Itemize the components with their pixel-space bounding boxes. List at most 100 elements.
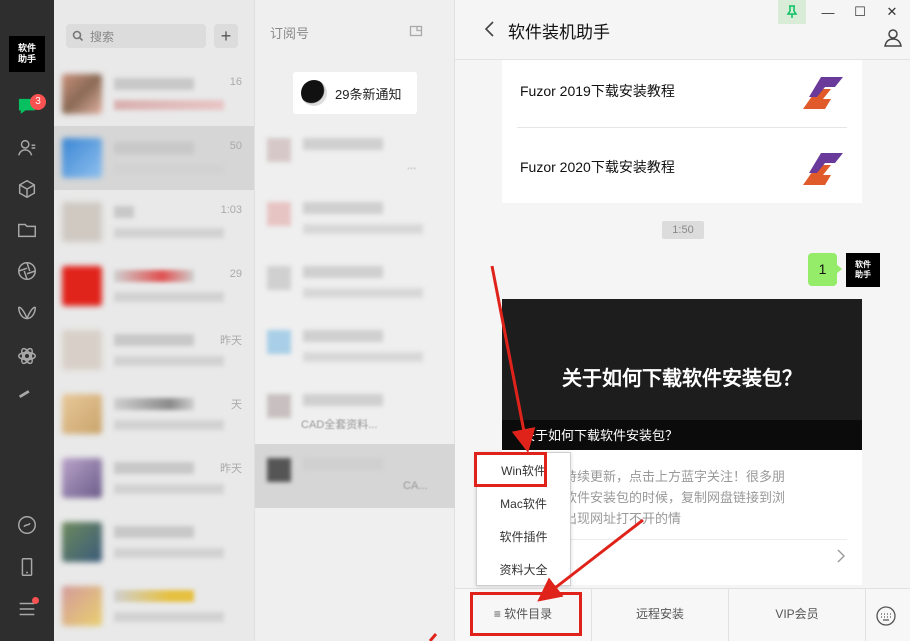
avatar-text-1: 软件 [17,43,36,53]
search-feature-icon[interactable] [15,383,39,407]
subscription-row[interactable] [255,316,456,380]
favorites-cube-icon[interactable] [15,177,39,201]
subscription-name-blur [303,266,383,278]
chat-name-blur [114,270,194,282]
chat-row[interactable] [54,574,254,638]
menu-vip[interactable]: VIP会员 [729,589,866,641]
subscription-preview-blur [303,352,423,362]
conversation-title: 软件装机助手 [508,23,610,42]
search-input[interactable]: 搜索 [66,24,206,48]
my-avatar-text-1: 软件 [855,260,871,269]
chat-name-blur [114,206,134,218]
files-folder-icon[interactable] [15,218,39,242]
phone-icon[interactable] [15,555,39,579]
submenu-resources[interactable]: 资料大全 [477,554,570,587]
menu-remote-install[interactable]: 远程安装 [592,589,729,641]
window-switch-icon[interactable] [409,24,423,38]
chat-row[interactable]: 天 [54,382,254,446]
article-list-card: Fuzor 2019下载安装教程 Fuzor 2020下载安装教程 [502,60,862,203]
chat-preview-blur [114,484,224,494]
subscriptions-title: 订阅号 [270,26,310,41]
subscription-name-blur [303,394,383,406]
subscription-preview-blur [303,288,423,298]
message-timestamp: 1:50 [662,221,704,239]
my-message-bubble[interactable]: 1 [808,253,842,286]
avatar-text-2: 助手 [17,54,36,64]
chat-time: 昨天 [220,335,242,347]
subscription-preview: ... [407,160,417,172]
subscription-avatar [267,202,291,226]
wechat-window: 软件 助手 3 搜索 + 16 50 1:03 29 昨天 天 昨天 订阅号 2… [0,0,910,641]
chevron-right-icon[interactable] [836,548,846,564]
subscription-preview: CAD全套资料... [301,419,378,431]
keyboard-switch-icon[interactable] [875,605,897,627]
profile-person-icon[interactable] [883,27,903,47]
subscription-row[interactable]: ... [255,124,456,188]
conversation-panel: — ☐ ✕ 软件装机助手 Fuzor 2019下载安装教程 Fuzor 2020… [455,0,910,641]
chat-preview-blur [114,356,224,366]
chat-avatar [62,266,102,306]
chat-row[interactable]: 16 [54,62,254,126]
subscription-avatar [267,458,291,482]
new-notifications-text: 29条新通知 [335,86,402,102]
chat-row[interactable]: 昨天 [54,446,254,510]
chat-name-blur [114,78,194,90]
chat-name-blur [114,334,194,346]
chat-preview-blur [114,228,224,238]
subscription-preview-blur [303,224,423,234]
chat-row[interactable]: 50 [54,126,254,190]
add-chat-button[interactable]: + [214,24,238,48]
moments-aperture-icon[interactable] [15,259,39,283]
mini-program-link-icon[interactable] [15,513,39,537]
subscription-preview: CA... [403,480,428,492]
new-notifications-card[interactable]: 29条新通知 [293,72,417,114]
chat-row[interactable]: 29 [54,254,254,318]
subscription-name-blur [303,138,383,150]
channels-butterfly-icon[interactable] [15,301,39,325]
subscription-name-blur [303,458,383,470]
subscription-avatar [267,138,291,162]
article-item[interactable]: Fuzor 2019下载安装教程 [517,60,847,132]
subscription-avatar [267,330,291,354]
contacts-icon[interactable] [15,136,39,160]
chat-preview-blur [114,612,224,622]
my-avatar[interactable]: 软件 助手 [846,253,880,287]
chat-time: 16 [229,76,242,88]
subscription-row-selected[interactable]: CA... [255,444,456,508]
subscription-row[interactable]: CAD全套资料... [255,380,456,444]
article-cover: 关于如何下载软件安装包？ 关于如何下载软件安装包？ [502,299,862,450]
mini-programs-icon[interactable] [15,344,39,368]
chat-name-blur [114,462,194,474]
desc-line: 持续更新，点击上方蓝字关注！很多朋 [564,469,786,484]
user-avatar[interactable]: 软件 助手 [9,36,45,72]
chat-avatar [62,458,102,498]
back-arrow-icon[interactable] [483,18,497,40]
menu-notification-dot [32,597,39,604]
chat-preview-blur [114,548,224,558]
subscriptions-panel: 订阅号 29条新通知 ... CAD全套资料... CA... [254,0,456,641]
subscription-row[interactable] [255,252,456,316]
article-description: 持续更新，点击上方蓝字关注！很多朋 友软件安装包的时候，复制网盘链接到浏 出现网… [524,466,844,529]
fuzor-logo-thumbnail [795,75,845,109]
submenu-plugins[interactable]: 软件插件 [477,521,570,554]
article-title: Fuzor 2019下载安装教程 [520,83,675,99]
nav-rail: 软件 助手 3 [0,0,54,641]
chat-row[interactable] [54,510,254,574]
chat-row[interactable]: 1:03 [54,190,254,254]
subscription-name-blur [303,330,383,342]
article-title: Fuzor 2020下载安装教程 [520,159,675,175]
conversation-header: 软件装机助手 [455,0,910,60]
highlight-box-catalog [470,592,582,636]
chat-name-blur [114,398,194,410]
chat-preview-blur [114,420,224,430]
chat-time: 29 [229,268,242,280]
chat-avatar [62,74,102,114]
article-item[interactable]: Fuzor 2020下载安装教程 [517,136,847,208]
subscription-row[interactable] [255,188,456,252]
chat-name-blur [114,526,194,538]
submenu-mac-software[interactable]: Mac软件 [477,488,570,521]
chat-unread-badge: 3 [30,94,46,110]
chat-row[interactable]: 昨天 [54,318,254,382]
chat-name-blur [114,590,194,602]
my-avatar-text-2: 助手 [855,270,871,279]
